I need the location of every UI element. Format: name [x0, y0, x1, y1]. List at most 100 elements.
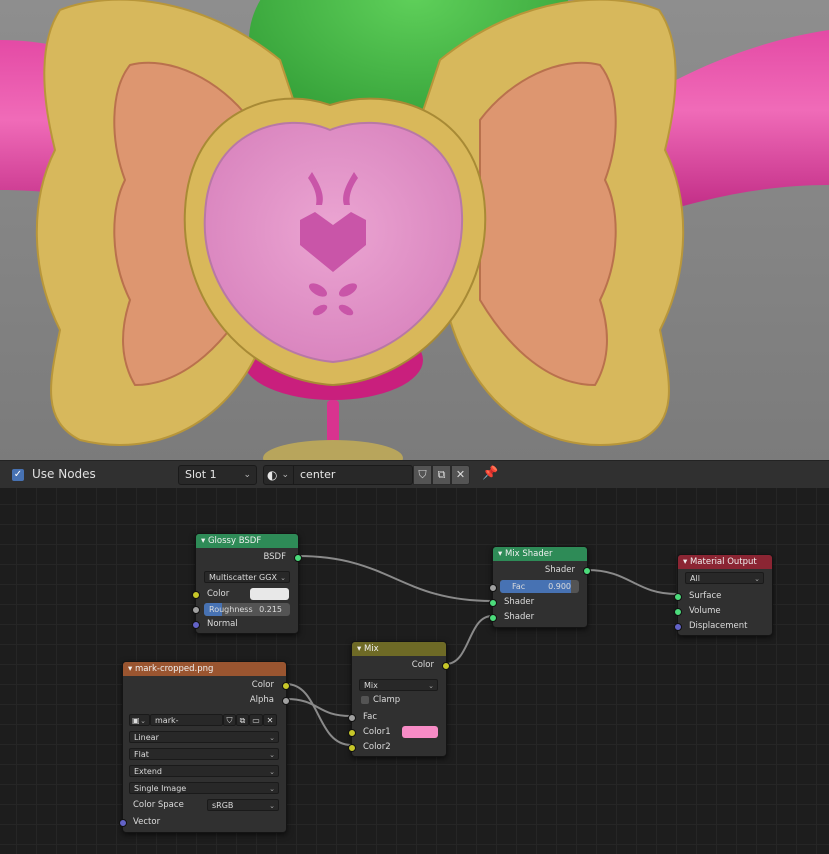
mix-header[interactable]: ▾ Mix — [352, 642, 446, 656]
fac-input-socket[interactable] — [348, 714, 356, 722]
node-editor-header: ✓ Use Nodes Slot 1 ⌄ ◐ ⌄ center ⛉ ⧉ ✕ 📌 — [0, 460, 829, 488]
fake-user-shield-icon[interactable]: ⛉ — [413, 465, 432, 485]
image-name-field[interactable]: mark-cropped.png — [150, 714, 223, 726]
image-texture-header[interactable]: ▾ mark-cropped.png — [123, 662, 286, 676]
link-shader-to-surface — [586, 569, 678, 595]
target-dropdown[interactable]: All ⌄ — [685, 572, 764, 584]
use-nodes-checkbox[interactable]: ✓ — [12, 469, 24, 481]
mix-shader-node[interactable]: ▾ Mix Shader Shader Fac 0.900 Shader Sha… — [489, 546, 591, 628]
link-bsdf-to-shader — [297, 555, 493, 602]
color-label: Color — [207, 589, 230, 599]
color1-input-socket[interactable] — [348, 729, 356, 737]
shader2-label: Shader — [504, 612, 535, 622]
slot-value: Slot 1 — [185, 468, 217, 481]
extension-value: Extend — [134, 767, 162, 776]
color-output-label: Color — [411, 660, 434, 670]
blend-mode-dropdown[interactable]: Mix ⌄ — [359, 679, 438, 691]
glossy-bsdf-node[interactable]: ▾ Glossy BSDF BSDF Multiscatter GGX ⌄ Col… — [192, 533, 302, 634]
volume-input-socket[interactable] — [674, 608, 682, 616]
shader1-input-socket[interactable] — [489, 599, 497, 607]
glossy-color-swatch[interactable] — [250, 588, 289, 600]
target-value: All — [690, 574, 700, 583]
color-space-dropdown[interactable]: sRGB ⌄ — [207, 799, 279, 811]
node-title: Material Output — [689, 557, 757, 567]
duplicate-material-icon[interactable]: ⧉ — [432, 465, 451, 485]
normal-input-socket[interactable] — [192, 621, 200, 629]
color1-swatch[interactable] — [402, 726, 438, 738]
distribution-dropdown[interactable]: Multiscatter GGX ⌄ — [204, 571, 290, 583]
fac-slider[interactable]: Fac 0.900 — [500, 580, 579, 593]
chevron-down-icon: ⌄ — [269, 751, 275, 759]
alpha-output-socket[interactable] — [282, 697, 290, 705]
vector-label: Vector — [133, 817, 161, 827]
mix-rgb-node[interactable]: ▾ Mix Color Mix ⌄ Clamp Fac Color1 Color2 — [348, 641, 450, 757]
material-output-node[interactable]: ▾ Material Output All ⌄ Surface Volume Di… — [674, 554, 773, 636]
node-title: Glossy BSDF — [207, 536, 262, 546]
chevron-down-icon: ⌄ — [269, 734, 275, 742]
chevron-down-icon: ⌄ — [269, 802, 275, 810]
projection-dropdown[interactable]: Flat ⌄ — [129, 748, 279, 760]
roughness-label: Roughness — [209, 605, 253, 614]
fac-label: Fac — [363, 712, 377, 722]
bsdf-output-socket[interactable] — [294, 554, 302, 562]
chevron-down-icon: ⌄ — [269, 785, 275, 793]
roughness-value: 0.215 — [259, 605, 282, 614]
surface-input-socket[interactable] — [674, 593, 682, 601]
3d-viewport[interactable] — [0, 0, 829, 460]
image-name: mark-cropped.png — [155, 716, 179, 725]
color2-label: Color2 — [363, 742, 391, 752]
displacement-label: Displacement — [689, 621, 748, 631]
fac-value: 0.900 — [548, 582, 571, 591]
use-nodes-label: Use Nodes — [32, 467, 96, 481]
fake-user-shield-icon[interactable]: ⛉ — [223, 714, 236, 726]
source-value: Single Image — [134, 784, 187, 793]
chevron-down-icon: ⌄ — [140, 717, 146, 725]
chevron-down-icon: ⌄ — [269, 768, 275, 776]
interpolation-dropdown[interactable]: Linear ⌄ — [129, 731, 279, 743]
vector-input-socket[interactable] — [119, 819, 127, 827]
material-name: center — [300, 468, 336, 481]
image-icon: ▣ — [132, 716, 140, 725]
material-output-header[interactable]: ▾ Material Output — [678, 555, 772, 569]
chevron-down-icon: ⌄ — [754, 575, 760, 583]
shader-output-label: Shader — [544, 565, 575, 575]
browse-image-button[interactable]: ▣ ⌄ — [129, 714, 150, 726]
bsdf-output-label: BSDF — [263, 552, 286, 562]
clamp-checkbox[interactable] — [361, 696, 369, 704]
slot-dropdown[interactable]: Slot 1 ⌄ — [178, 465, 257, 485]
chevron-down-icon: ⌄ — [428, 682, 434, 690]
roughness-input-socket[interactable] — [192, 606, 200, 614]
color-output-socket[interactable] — [282, 682, 290, 690]
shader-output-socket[interactable] — [583, 567, 591, 575]
unlink-close-icon[interactable]: ✕ — [451, 465, 470, 485]
image-texture-node[interactable]: ▾ mark-cropped.png Color Alpha ▣⌄ mark-c… — [119, 661, 290, 833]
source-dropdown[interactable]: Single Image ⌄ — [129, 782, 279, 794]
color-output-socket[interactable] — [442, 662, 450, 670]
roughness-slider[interactable]: Roughness 0.215 — [204, 603, 290, 616]
unlink-close-icon[interactable]: ✕ — [263, 714, 277, 726]
mix-shader-header[interactable]: ▾ Mix Shader — [493, 547, 587, 561]
fac-label: Fac — [512, 582, 526, 591]
glossy-bsdf-header[interactable]: ▾ Glossy BSDF — [196, 534, 298, 548]
node-editor-canvas[interactable]: ▾ Glossy BSDF BSDF Multiscatter GGX ⌄ Col… — [0, 488, 829, 854]
material-sphere-icon: ◐ — [267, 468, 278, 482]
color2-input-socket[interactable] — [348, 744, 356, 752]
node-title: mark-cropped.png — [134, 664, 214, 674]
fac-input-socket[interactable] — [489, 584, 497, 592]
displacement-input-socket[interactable] — [674, 623, 682, 631]
extension-dropdown[interactable]: Extend ⌄ — [129, 765, 279, 777]
distribution-value: Multiscatter GGX — [209, 573, 277, 582]
open-folder-icon[interactable]: ▭ — [249, 714, 263, 726]
link-mix-to-shader — [445, 615, 493, 665]
duplicate-image-icon[interactable]: ⧉ — [236, 714, 249, 726]
normal-label: Normal — [207, 619, 238, 629]
pin-icon[interactable]: 📌 — [482, 466, 498, 481]
material-name-field[interactable]: center — [293, 465, 413, 485]
render-preview — [0, 0, 829, 460]
color-input-socket[interactable] — [192, 591, 200, 599]
node-title: Mix Shader — [504, 549, 553, 559]
browse-material-button[interactable]: ◐ ⌄ — [263, 465, 295, 485]
interpolation-value: Linear — [134, 733, 159, 742]
shader2-input-socket[interactable] — [489, 614, 497, 622]
blend-mode-value: Mix — [364, 681, 378, 690]
